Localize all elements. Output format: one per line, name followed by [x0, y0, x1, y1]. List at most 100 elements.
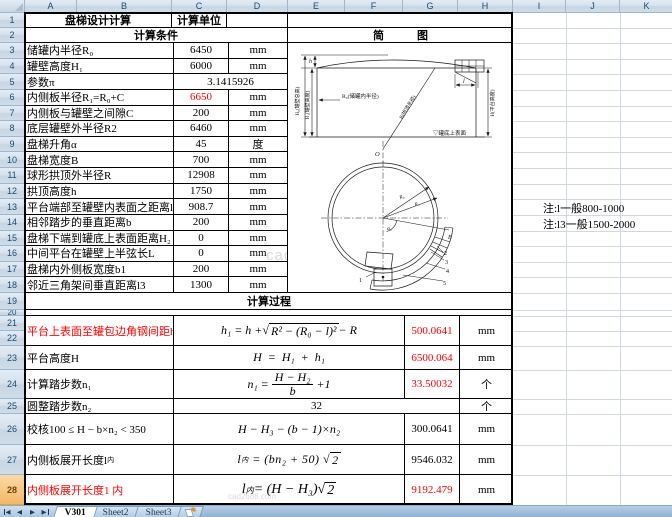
condition-unit[interactable]: mm [229, 43, 287, 58]
column-header-C[interactable]: C [172, 0, 227, 13]
sheet-title-cell[interactable]: 盘梯设计计算 [25, 13, 172, 27]
row-header-10[interactable]: 10 [0, 152, 25, 168]
row-header-1[interactable]: 1 [0, 13, 25, 28]
column-header-A[interactable]: A [25, 0, 77, 13]
row26-label[interactable]: 校核100 ≤ H − b×n₂ < 350 [25, 414, 174, 444]
row24-unit[interactable]: 个 [460, 370, 513, 398]
condition-label[interactable]: 盘梯内外侧板宽度b1 [25, 262, 174, 277]
condition-label[interactable]: 平台端部至罐壁内表面之距离l1 [25, 199, 174, 214]
row-header-28[interactable]: 28 [0, 475, 25, 505]
row-header-25[interactable]: 25 [0, 399, 25, 414]
condition-value[interactable]: 200 [174, 215, 229, 230]
condition-value[interactable]: 6000 [174, 59, 229, 74]
condition-unit[interactable]: mm [229, 59, 287, 74]
column-header-K[interactable]: K [620, 0, 672, 13]
condition-unit[interactable]: mm [229, 121, 287, 136]
condition-value-merged[interactable]: 3.1415926 [174, 74, 287, 89]
row28-unit[interactable]: mm [460, 475, 513, 505]
condition-unit[interactable]: mm [229, 152, 287, 167]
condition-label[interactable]: 底层罐壁外半径R2 [25, 121, 174, 136]
row-header-3[interactable]: 3 [0, 43, 25, 59]
condition-unit[interactable]: mm [229, 106, 287, 121]
condition-label[interactable]: 内侧板与罐壁之间隙C [25, 106, 174, 121]
row27-label[interactable]: 内侧板展开长度l内 [25, 445, 174, 474]
row-header-4[interactable]: 4 [0, 59, 25, 75]
row-header-26[interactable]: 26 [0, 414, 25, 445]
diagram-cell[interactable]: h H₀(罐壁总高) H₁(罐壁高度) R₀(储罐内半径) R(拱顶半径) H(… [288, 43, 513, 293]
condition-unit[interactable]: mm [229, 215, 287, 230]
row-header-16[interactable]: 16 [0, 246, 25, 262]
column-header-H[interactable]: H [458, 0, 513, 13]
conditions-header-cell[interactable]: 计算条件 [25, 28, 288, 42]
row28-label[interactable]: 内侧板展开长度1 内 [25, 475, 174, 505]
unit-header-cell[interactable]: 计算单位 [172, 13, 227, 27]
condition-unit[interactable]: mm [229, 262, 287, 277]
row-header-22[interactable]: 22 [0, 331, 25, 346]
tab-sheet2[interactable]: Sheet2 [91, 506, 141, 517]
tab-v301[interactable]: V301 [53, 506, 98, 517]
condition-label[interactable]: 盘梯下端到罐底上表面距离H₂ [25, 231, 174, 246]
row23-formula[interactable]: H = H₁ + h₁ [174, 346, 405, 369]
condition-label[interactable]: 相邻踏步的垂直距离b [25, 215, 174, 230]
row-header-19[interactable]: 19 [0, 293, 25, 310]
column-header-B[interactable]: B [77, 0, 172, 13]
condition-label[interactable]: 邻近三角架间垂直距离l3 [25, 277, 174, 293]
row25-value[interactable]: 32 [174, 399, 460, 413]
row23-value[interactable]: 6500.064 [405, 346, 460, 369]
row-header-13[interactable]: 13 [0, 199, 25, 215]
row-header-18[interactable]: 18 [0, 277, 25, 293]
row25-label[interactable]: 圆整踏步数n₂ [25, 399, 174, 413]
row23-label[interactable]: 平台高度H [25, 346, 174, 369]
condition-value[interactable]: 200 [174, 262, 229, 277]
column-header-J[interactable]: J [566, 0, 620, 13]
row-header-9[interactable]: 9 [0, 137, 25, 153]
condition-label[interactable]: 储罐内半径R₀ [25, 43, 174, 58]
row-header-7[interactable]: 7 [0, 106, 25, 122]
note-l3-range[interactable]: 注:l3一般1500-2000 [543, 216, 635, 232]
row-header-11[interactable]: 11 [0, 168, 25, 184]
condition-value[interactable]: 6450 [174, 43, 229, 58]
note-l-range[interactable]: 注:l一般800-1000 [543, 200, 624, 216]
condition-label[interactable]: 盘梯宽度B [25, 152, 174, 167]
row-header-24[interactable]: 24 [0, 370, 25, 399]
condition-unit[interactable]: 度 [229, 137, 287, 152]
condition-value[interactable]: 0 [174, 231, 229, 246]
row-header-2[interactable]: 2 [0, 28, 25, 43]
row-header-12[interactable]: 12 [0, 184, 25, 200]
condition-value[interactable]: 0 [174, 246, 229, 261]
column-header-I[interactable]: I [513, 0, 566, 13]
row21-formula[interactable]: h₁ = h + √R² − (R₀ − l)² − R [174, 316, 405, 345]
condition-value[interactable]: 1300 [174, 277, 229, 293]
condition-unit[interactable]: mm [229, 184, 287, 199]
row25-unit[interactable]: 个 [460, 399, 513, 413]
condition-unit[interactable]: mm [229, 277, 287, 293]
condition-value[interactable]: 12908 [174, 168, 229, 183]
row21-value[interactable]: 500.0641 [405, 316, 460, 345]
row27-unit[interactable]: mm [460, 445, 513, 474]
row-header-21[interactable]: 21 [0, 316, 25, 331]
column-header-G[interactable]: G [403, 0, 458, 13]
first-sheet-button[interactable]: ◀ [0, 506, 13, 517]
row24-formula[interactable]: n₁ = H − H₂b +1 [174, 370, 405, 398]
row28-value[interactable]: 9192.479 [405, 475, 460, 505]
row26-unit[interactable]: mm [460, 414, 513, 444]
diagram-header-cell[interactable]: 简 图 [288, 28, 513, 42]
condition-label[interactable]: 球形拱顶外半径R [25, 168, 174, 183]
condition-label[interactable]: 参数π [25, 74, 174, 89]
condition-value[interactable]: 700 [174, 152, 229, 167]
empty-cell[interactable] [288, 13, 513, 27]
row24-value[interactable]: 33.50032 [405, 370, 460, 398]
condition-label[interactable]: 罐壁高度H₁ [25, 59, 174, 74]
next-sheet-button[interactable]: ▶ [26, 506, 39, 517]
row28-formula[interactable]: l内 = (H − H₃)√2 [174, 475, 405, 505]
row26-value[interactable]: 300.0641 [405, 414, 460, 444]
condition-label[interactable]: 中间平台在罐壁上半弦长L [25, 246, 174, 261]
condition-value[interactable]: 6460 [174, 121, 229, 136]
condition-label[interactable]: 内侧板半径R₁=R₀+C [25, 90, 174, 105]
row-header-6[interactable]: 6 [0, 90, 25, 106]
select-all-corner[interactable] [0, 0, 25, 13]
row27-formula[interactable]: l内 = (bn₂ + 50) √2 [174, 445, 405, 474]
row-header-8[interactable]: 8 [0, 121, 25, 137]
empty-cell[interactable] [227, 13, 288, 27]
row-header-23[interactable]: 23 [0, 346, 25, 370]
